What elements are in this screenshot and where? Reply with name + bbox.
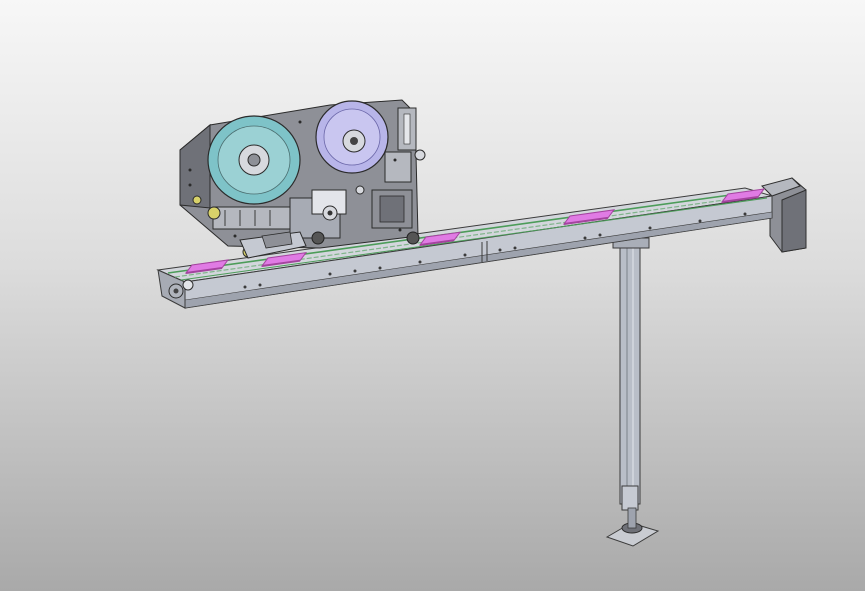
supply-reel	[207, 115, 301, 205]
labeling-machine-model[interactable]	[0, 0, 865, 591]
applicator-head	[179, 99, 426, 259]
post-column	[619, 241, 641, 505]
support-post	[605, 237, 660, 547]
post-lower-sleeve	[621, 485, 639, 511]
rewind-reel	[315, 100, 389, 174]
cad-viewport[interactable]	[0, 0, 865, 591]
